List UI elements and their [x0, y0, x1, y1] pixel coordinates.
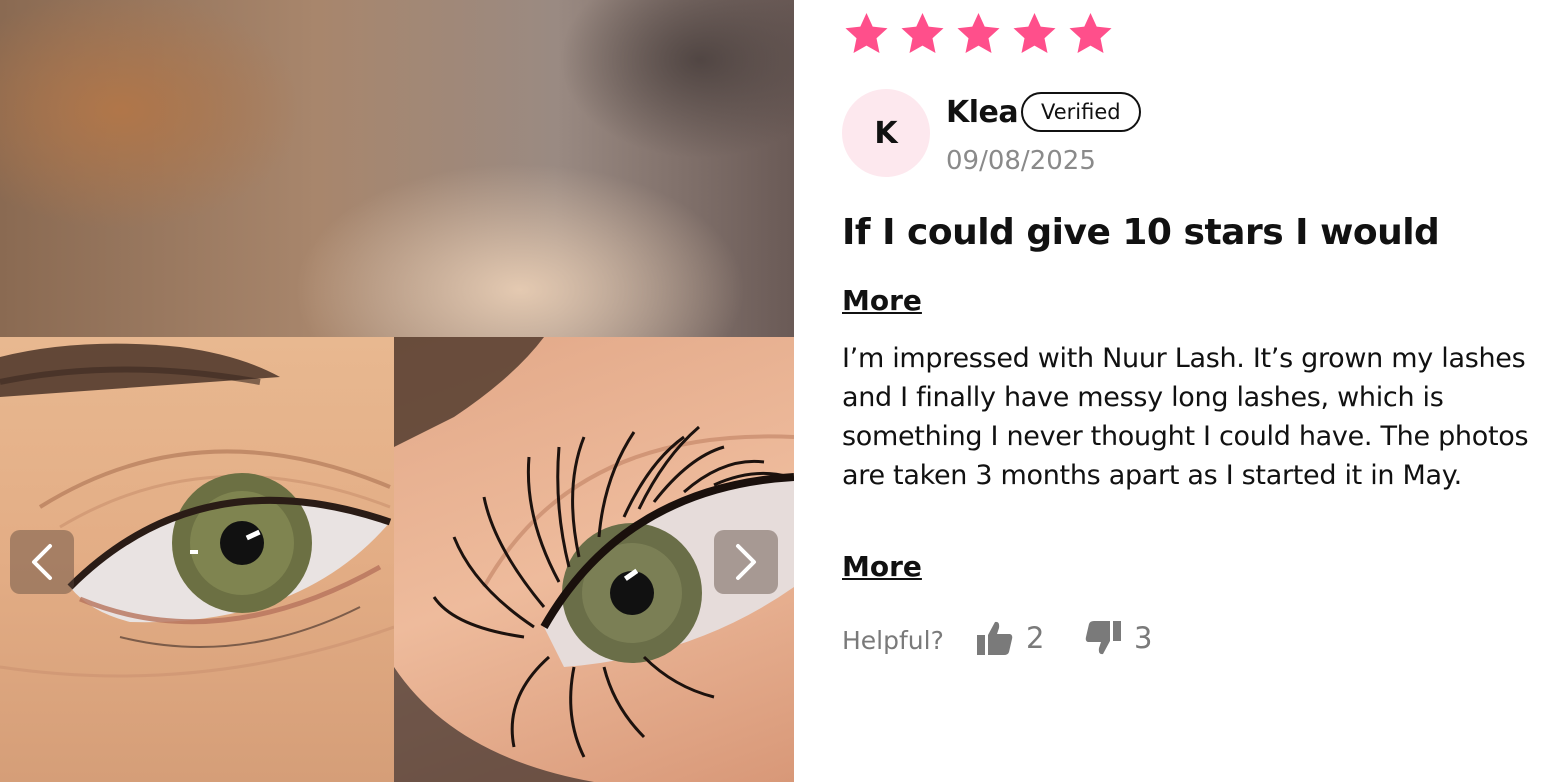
blurred-photo — [0, 0, 794, 337]
star-icon — [901, 13, 944, 53]
star-icon — [957, 13, 1000, 53]
star-icon — [1069, 13, 1112, 53]
review-date: 09/08/2025 — [946, 146, 1096, 176]
avatar: K — [842, 89, 930, 177]
reviewer-name: Klea — [946, 95, 1019, 130]
previous-photo-button[interactable] — [10, 530, 74, 594]
review-title: If I could give 10 stars I would — [842, 212, 1440, 253]
more-link[interactable]: More — [842, 284, 922, 317]
verified-badge: Verified — [1021, 92, 1141, 132]
next-photo-button[interactable] — [714, 530, 778, 594]
review-body: I’m impressed with Nuur Lash. It’s grown… — [842, 343, 1529, 491]
star-icon — [845, 13, 888, 53]
chevron-left-icon — [32, 544, 52, 580]
thumbs-down-icon — [1085, 621, 1121, 655]
helpful-yes-button[interactable]: 2 — [976, 620, 1044, 656]
star-icon — [1013, 13, 1056, 53]
review-photo-gallery — [0, 0, 794, 782]
thumbs-up-icon — [977, 621, 1013, 655]
chevron-right-icon — [736, 544, 756, 580]
helpful-label: Helpful? — [842, 626, 944, 655]
upvote-count: 2 — [1026, 621, 1045, 655]
helpful-no-button[interactable]: 3 — [1084, 620, 1152, 656]
downvote-count: 3 — [1134, 621, 1153, 655]
star-rating — [842, 10, 1115, 58]
more-link[interactable]: More — [842, 550, 922, 583]
